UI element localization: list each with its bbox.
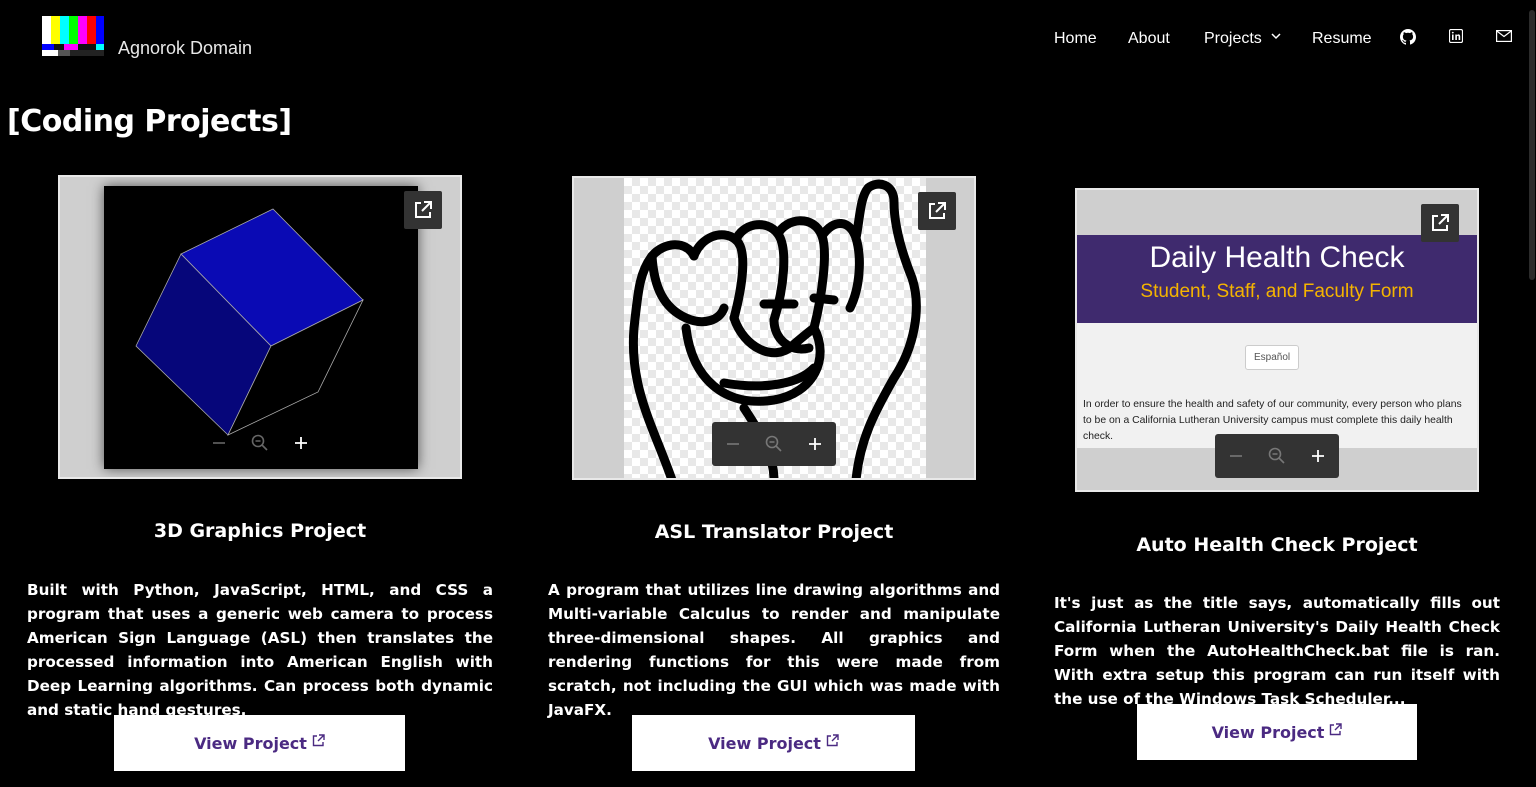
zoom-controls xyxy=(712,422,836,466)
external-link-icon xyxy=(1432,214,1449,231)
view-project-label: View Project xyxy=(708,733,821,753)
brand-name[interactable]: Agnorok Domain xyxy=(118,38,252,59)
health-check-title: Daily Health Check xyxy=(1149,241,1405,274)
external-link-icon xyxy=(929,202,946,219)
card-preview-health-check[interactable]: Daily Health Check Student, Staff, and F… xyxy=(1075,188,1479,492)
scrollbar[interactable] xyxy=(1528,0,1536,787)
zoom-reset-button[interactable] xyxy=(248,431,272,455)
card-title: Auto Health Check Project xyxy=(1136,534,1418,556)
minus-icon xyxy=(212,442,225,444)
card-preview-3d-graphics[interactable] xyxy=(58,175,462,479)
health-check-banner: Daily Health Check Student, Staff, and F… xyxy=(1077,235,1477,323)
zoom-icon xyxy=(251,434,268,451)
card-preview-asl-translator[interactable] xyxy=(572,176,976,480)
open-external-button[interactable] xyxy=(1421,204,1459,242)
view-project-button[interactable]: View Project xyxy=(632,715,915,771)
scrollbar-thumb[interactable] xyxy=(1529,10,1535,280)
minus-icon xyxy=(726,443,739,445)
zoom-in-button[interactable] xyxy=(1306,444,1330,468)
card-description: Built with Python, JavaScript, HTML, and… xyxy=(27,581,493,719)
nav-resume[interactable]: Resume xyxy=(1312,30,1372,48)
view-project-button[interactable]: View Project xyxy=(1137,704,1417,760)
page-title: [Coding Projects] xyxy=(7,104,292,139)
zoom-icon xyxy=(1268,447,1285,464)
nav-projects[interactable]: Projects xyxy=(1204,30,1281,48)
zoom-reset-button[interactable] xyxy=(1265,444,1289,468)
health-check-body: Español In order to ensure the health an… xyxy=(1077,323,1477,448)
open-external-button[interactable] xyxy=(404,191,442,229)
plus-icon xyxy=(1312,450,1325,462)
zoom-controls xyxy=(1215,434,1339,478)
zoom-in-button[interactable] xyxy=(803,432,827,456)
card-title: 3D Graphics Project xyxy=(153,520,367,542)
zoom-icon xyxy=(765,435,782,452)
plus-icon xyxy=(809,438,822,450)
minus-icon xyxy=(1229,455,1242,457)
mail-icon[interactable] xyxy=(1496,30,1512,42)
zoom-reset-button[interactable] xyxy=(762,432,786,456)
zoom-out-button[interactable] xyxy=(207,431,231,455)
linkedin-icon[interactable] xyxy=(1449,29,1463,43)
zoom-out-button[interactable] xyxy=(1224,444,1248,468)
open-external-button[interactable] xyxy=(918,192,956,230)
language-button: Español xyxy=(1245,345,1300,370)
view-project-label: View Project xyxy=(194,733,307,753)
health-check-subtitle: Student, Staff, and Faculty Form xyxy=(1140,281,1414,302)
plus-icon xyxy=(295,437,308,449)
zoom-controls xyxy=(198,421,322,465)
nav-projects-label: Projects xyxy=(1204,30,1262,47)
external-link-icon xyxy=(826,733,839,746)
external-link-icon xyxy=(312,733,325,746)
zoom-in-button[interactable] xyxy=(289,431,313,455)
card-description: A program that utilizes line drawing alg… xyxy=(548,581,1000,719)
view-project-button[interactable]: View Project xyxy=(114,715,405,771)
card-description: It's just as the title says, automatical… xyxy=(1054,594,1500,708)
view-project-label: View Project xyxy=(1211,722,1325,742)
card-title: ASL Translator Project xyxy=(654,521,894,543)
nav-home[interactable]: Home xyxy=(1054,30,1097,48)
github-icon[interactable] xyxy=(1400,29,1416,45)
chevron-down-icon xyxy=(1271,33,1281,40)
nav-about[interactable]: About xyxy=(1128,30,1170,48)
external-link-icon xyxy=(415,201,432,218)
logo-icon[interactable] xyxy=(42,16,104,56)
zoom-out-button[interactable] xyxy=(721,432,745,456)
external-link-icon xyxy=(1330,722,1343,735)
